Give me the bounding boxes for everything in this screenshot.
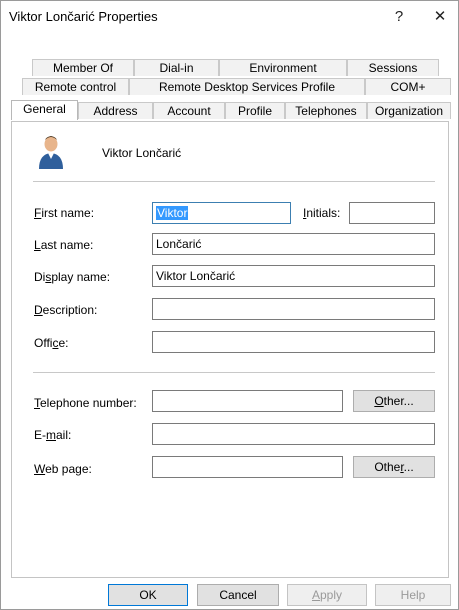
webpage-label: Web page: (34, 462, 92, 476)
initials-input[interactable] (349, 202, 435, 224)
first-name-label: First name: (34, 206, 95, 220)
cancel-button[interactable]: Cancel (197, 584, 279, 606)
window-title: Viktor Lončarić Properties (9, 9, 158, 24)
tab-profile[interactable]: Profile (225, 102, 285, 119)
tab-member-of[interactable]: Member Of (32, 59, 134, 76)
office-label: Office: (34, 336, 69, 350)
email-input[interactable] (152, 423, 435, 445)
title-bar: Viktor Lončarić Properties ? ✕ (1, 1, 458, 33)
tab-remote-desktop-profile[interactable]: Remote Desktop Services Profile (129, 78, 365, 95)
other-webpage-button[interactable]: Other... (353, 456, 435, 478)
help-title-button[interactable]: ? (384, 5, 414, 29)
apply-button[interactable]: Apply (287, 584, 367, 606)
last-name-input[interactable]: Lončarić (152, 233, 435, 255)
tab-account[interactable]: Account (153, 102, 225, 119)
description-label: Description: (34, 303, 98, 317)
description-input[interactable] (152, 298, 435, 320)
ok-button[interactable]: OK (108, 584, 188, 606)
webpage-input[interactable] (152, 456, 343, 478)
tab-address[interactable]: Address (78, 102, 153, 119)
initials-label: Initials: (303, 206, 341, 220)
close-title-button[interactable]: ✕ (425, 5, 455, 29)
tab-organization[interactable]: Organization (367, 102, 451, 119)
tab-dial-in[interactable]: Dial-in (134, 59, 219, 76)
separator (33, 372, 435, 373)
first-name-input[interactable]: Viktor (152, 202, 291, 224)
last-name-label: Last name: (34, 238, 94, 252)
telephone-label: Telephone number: (34, 396, 137, 410)
tab-com-plus[interactable]: COM+ (365, 78, 451, 95)
properties-dialog: Viktor Lončarić Properties ? ✕ Member Of… (0, 0, 459, 610)
user-display-header: Viktor Lončarić (102, 146, 182, 160)
tab-telephones[interactable]: Telephones (285, 102, 367, 119)
tab-remote-control[interactable]: Remote control (22, 78, 129, 95)
user-icon (39, 136, 63, 169)
tab-environment[interactable]: Environment (219, 59, 347, 76)
display-name-label: Display name: (34, 270, 111, 284)
help-button[interactable]: Help (375, 584, 451, 606)
tab-sessions[interactable]: Sessions (347, 59, 439, 76)
separator (33, 181, 435, 182)
office-input[interactable] (152, 331, 435, 353)
general-tab-panel: Viktor Lončarić First name: Viktor Initi… (11, 121, 449, 578)
other-telephone-button[interactable]: Other... (353, 390, 435, 412)
telephone-input[interactable] (152, 390, 343, 412)
tab-general[interactable]: General (11, 100, 78, 120)
display-name-input[interactable]: Viktor Lončarić (152, 265, 435, 287)
email-label: E-mail: (34, 428, 72, 442)
